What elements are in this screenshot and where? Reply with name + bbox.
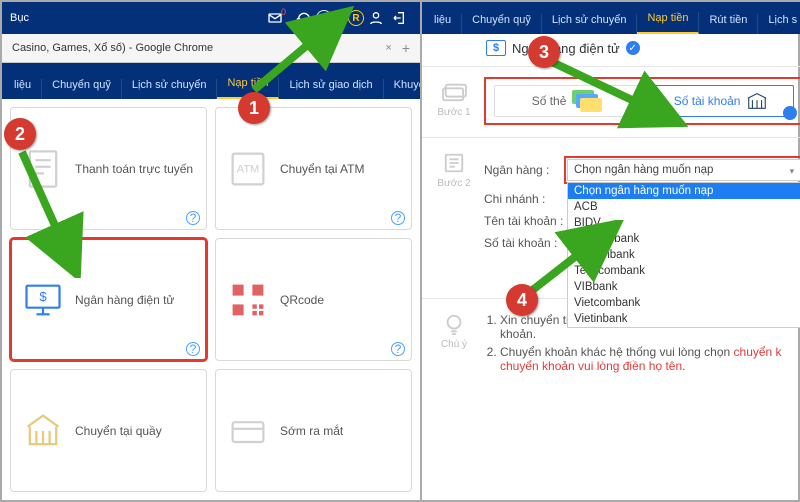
mail-badge: 0 (281, 7, 286, 17)
nav-item[interactable]: Lịch sử chuyển (542, 14, 638, 34)
notes-label: Chú ý (441, 339, 467, 350)
logout-icon[interactable] (391, 9, 409, 27)
annotation-badge-2: 2 (4, 118, 36, 150)
account-type-selector: Số thẻ Số tài khoản (484, 77, 800, 125)
tile-counter[interactable]: Chuyển tại quầy (10, 369, 207, 492)
help-icon[interactable]: ? (391, 342, 405, 356)
help-icon[interactable]: ? (186, 342, 200, 356)
tab-close-icon[interactable]: × (385, 42, 391, 54)
chevron-down-icon: ▾ (790, 166, 795, 177)
dropdown-option[interactable]: Dong A bank (568, 231, 800, 247)
label-branch: Chi nhánh : (484, 192, 564, 206)
chrome-tab-title: Casino, Games, Xổ số) - Google Chrome (12, 42, 213, 54)
dropdown-option[interactable]: BIDV (568, 215, 800, 231)
help-icon[interactable]: ? (186, 211, 200, 225)
nav-item-active[interactable]: Nạp tiền (637, 12, 699, 34)
row-bank: Ngân hàng : Chọn ngân hàng muốn nạp ▾ Ch… (484, 156, 800, 184)
payment-grid: Thanh toán trực tuyến ? ATM Chuyển tại A… (2, 99, 420, 500)
notes-aside: Chú ý (428, 309, 480, 377)
icon-c[interactable]: C (316, 10, 332, 26)
nav-item[interactable]: liệu (424, 14, 462, 34)
tile-qrcode[interactable]: QRcode ? (215, 238, 412, 361)
step2-label: Bước 2 (437, 178, 470, 189)
nav-item[interactable]: Khuyến mã (384, 79, 420, 99)
tile-label: Chuyển tại ATM (280, 162, 364, 176)
lightbulb-icon (440, 313, 468, 335)
monitor-dollar-mini-icon: $ (486, 40, 506, 56)
dropdown-placeholder: Chọn ngân hàng muốn nạp (574, 164, 713, 176)
receipt-icon (21, 147, 65, 191)
option-card-label: Số thẻ (532, 94, 567, 108)
bank-dropdown-list: Chọn ngân hàng muốn nạp ACB BIDV Dong A … (567, 182, 800, 328)
nav-item[interactable]: Chuyển quỹ (42, 79, 122, 99)
tile-label: Sớm ra mắt (280, 424, 343, 438)
annotation-badge-4: 4 (506, 284, 538, 316)
cards-icon (440, 81, 468, 103)
monitor-dollar-icon: $ (21, 278, 65, 322)
user-icon[interactable] (367, 9, 385, 27)
svg-text:ATM: ATM (237, 163, 259, 175)
headset-icon[interactable] (295, 9, 313, 27)
option-account-number[interactable]: Số tài khoản (648, 85, 794, 117)
dropdown-option[interactable]: ACB (568, 199, 800, 215)
qrcode-icon (226, 278, 270, 322)
tile-label: QRcode (280, 293, 324, 307)
note-item: Chuyển khoản khác hệ thống vui lòng chọn… (500, 345, 800, 373)
card-icon (226, 409, 270, 453)
dropdown-option[interactable]: Vietinbank (568, 311, 800, 327)
bank-icon (21, 409, 65, 453)
icon-n[interactable]: N (332, 10, 348, 26)
dropdown-option[interactable]: Techcombank (568, 263, 800, 279)
ebanking-title-row: $ Ngân hàng điện tử ✓ (428, 40, 800, 56)
help-icon[interactable]: ? (391, 211, 405, 225)
nav-item[interactable]: liệu (4, 79, 42, 99)
bank-building-icon (746, 91, 768, 111)
topbar-label: Bục (10, 12, 29, 24)
label-bank: Ngân hàng : (484, 163, 564, 177)
nav-item[interactable]: Lịch s (758, 14, 800, 34)
option-acct-label: Số tài khoản (674, 94, 741, 108)
tile-label: Thanh toán trực tuyến (75, 162, 193, 176)
left-nav: liệu Chuyển quỹ Lịch sử chuyển Nạp tiền … (2, 63, 420, 99)
annotation-badge-1: 1 (238, 92, 270, 124)
tile-ebanking[interactable]: $ Ngân hàng điện tử ? (10, 238, 207, 361)
right-nav: liệu Chuyển quỹ Lịch sử chuyển Nạp tiền … (422, 2, 800, 34)
dropdown-option[interactable]: VIBbank (568, 279, 800, 295)
nav-item[interactable]: Rút tiền (699, 14, 758, 34)
nav-item[interactable]: Lịch sử giao dịch (279, 79, 383, 99)
new-tab-icon[interactable]: + (402, 40, 410, 56)
atm-icon: ATM (226, 147, 270, 191)
dropdown-option[interactable]: Vietcombank (568, 295, 800, 311)
step2-aside: Bước 2 (428, 148, 480, 258)
tile-atm[interactable]: ATM Chuyển tại ATM ? (215, 107, 412, 230)
nav-item[interactable]: Lịch sử chuyển (122, 79, 218, 99)
step1-label: Bước 1 (437, 107, 470, 118)
icon-r[interactable]: R (348, 10, 364, 26)
bank-dropdown-value[interactable]: Chọn ngân hàng muốn nạp ▾ (567, 159, 800, 181)
option-card-number[interactable]: Số thẻ (494, 85, 640, 117)
svg-text:$: $ (39, 289, 47, 304)
step2-section: Bước 2 Ngân hàng : Chọn ngân hàng muốn n… (422, 137, 800, 270)
tile-coming-soon[interactable]: Sớm ra mắt (215, 369, 412, 492)
annotation-badge-3: 3 (528, 36, 560, 68)
check-icon: ✓ (626, 41, 640, 55)
dropdown-option[interactable]: Chọn ngân hàng muốn nạp (568, 183, 800, 199)
form-icon (440, 152, 468, 174)
bank-dropdown[interactable]: Chọn ngân hàng muốn nạp ▾ Chọn ngân hàng… (564, 156, 800, 184)
nav-item[interactable]: Chuyển quỹ (462, 14, 542, 34)
tile-label: Ngân hàng điện tử (75, 293, 174, 307)
left-topbar: Bục 0 C N R (2, 2, 420, 34)
step1-aside: Bước 1 (428, 77, 480, 125)
tile-online-payment[interactable]: Thanh toán trực tuyến ? (10, 107, 207, 230)
step1-section: Bước 1 Số thẻ Số tài khoản (422, 66, 800, 137)
card-stack-icon (572, 90, 602, 112)
tile-label: Chuyển tại quầy (75, 424, 162, 438)
dropdown-option[interactable]: Sacombank (568, 247, 800, 263)
chrome-tab: Casino, Games, Xổ số) - Google Chrome × … (2, 34, 420, 63)
